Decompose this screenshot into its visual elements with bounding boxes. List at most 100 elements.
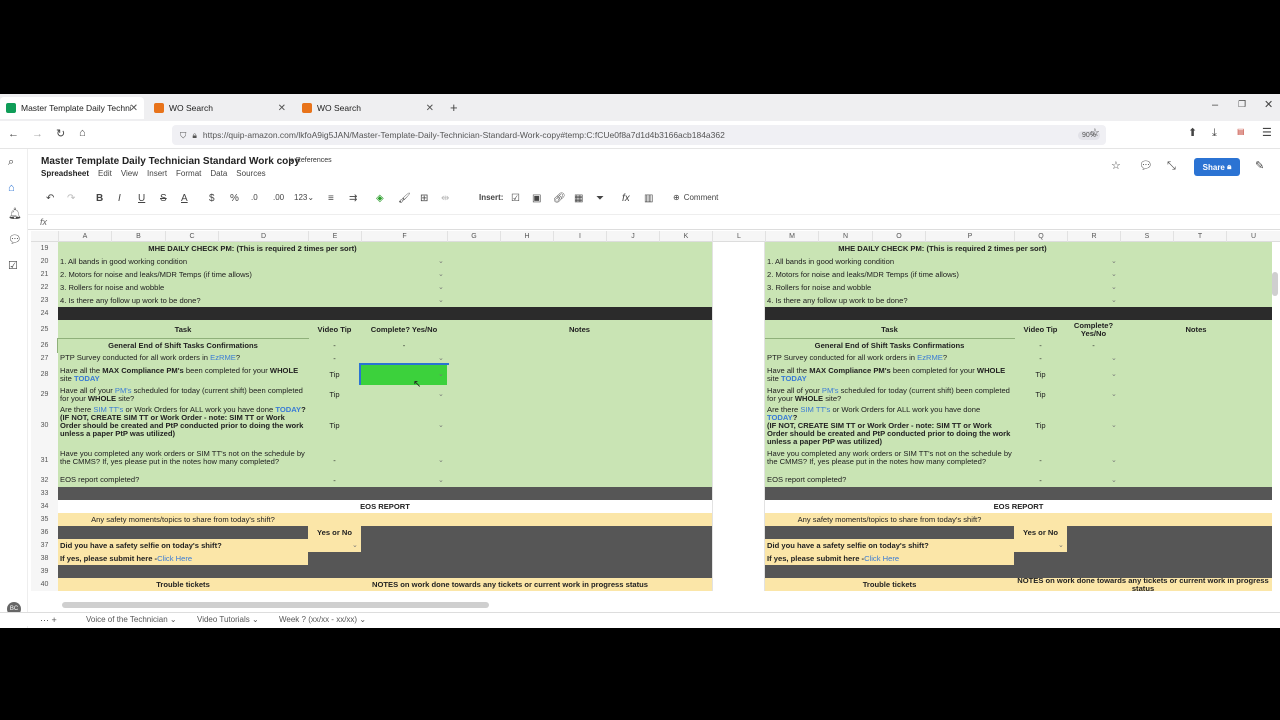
- notes-cell[interactable]: [1120, 474, 1272, 487]
- notes-cell[interactable]: [447, 352, 712, 365]
- notes-cell[interactable]: [447, 385, 712, 404]
- row-header-38[interactable]: 38: [31, 552, 58, 565]
- complete-dropdown[interactable]: [1014, 294, 1120, 307]
- dropdown-chevron-icon[interactable]: ⌄: [438, 370, 444, 378]
- row-header-28[interactable]: 28: [31, 365, 58, 385]
- row-header-25[interactable]: 25: [31, 320, 58, 339]
- row-header-36[interactable]: 36: [31, 526, 58, 539]
- dropdown-chevron-icon[interactable]: ⌄: [438, 296, 444, 304]
- complete-dropdown[interactable]: [1014, 268, 1120, 281]
- notes-cell[interactable]: [447, 294, 712, 307]
- dropdown-chevron-icon[interactable]: ⌄: [1111, 296, 1117, 304]
- dropdown-chevron-icon[interactable]: ⌄: [1111, 283, 1117, 291]
- dropdown-chevron-icon[interactable]: ⌄: [1111, 370, 1117, 378]
- row-header-21[interactable]: 21: [31, 268, 58, 281]
- dropdown-chevron-icon[interactable]: ⌄: [438, 456, 444, 464]
- notes-cell[interactable]: [447, 365, 712, 385]
- dropdown-chevron-icon[interactable]: ⌄: [438, 421, 444, 429]
- row-header-33[interactable]: 33: [31, 487, 58, 500]
- notes-cell[interactable]: [1120, 404, 1272, 448]
- row-header-20[interactable]: 20: [31, 255, 58, 268]
- dropdown-chevron-icon[interactable]: ⌄: [438, 270, 444, 278]
- dropdown-chevron-icon[interactable]: ⌄: [1111, 270, 1117, 278]
- more-sheets-icon[interactable]: ⋯ +: [40, 615, 57, 626]
- notes-cell[interactable]: [447, 268, 712, 281]
- complete-dropdown[interactable]: [308, 281, 447, 294]
- notes-cell[interactable]: [1120, 385, 1272, 404]
- complete-dropdown[interactable]: [308, 268, 447, 281]
- row-header-23[interactable]: 23: [31, 294, 58, 307]
- video-tip-cell[interactable]: -: [1014, 474, 1067, 487]
- dropdown-chevron-icon[interactable]: ⌄: [438, 354, 444, 362]
- notes-cell[interactable]: [1120, 365, 1272, 385]
- submit-link-cell[interactable]: If yes, please submit here - Click Here: [58, 552, 308, 565]
- sheet-tab-voice[interactable]: Voice of the Technician ⌄: [86, 615, 177, 624]
- dropdown-chevron-icon[interactable]: ⌄: [438, 257, 444, 265]
- row-header-40[interactable]: 40: [31, 578, 58, 591]
- notes-cell[interactable]: [1120, 281, 1272, 294]
- row-header-26[interactable]: 26: [31, 339, 58, 352]
- dropdown-chevron-icon[interactable]: ⌄: [438, 390, 444, 398]
- notes-cell[interactable]: [1120, 268, 1272, 281]
- dropdown-chevron-icon[interactable]: ⌄: [352, 541, 358, 549]
- video-tip-cell[interactable]: Tip: [308, 404, 361, 448]
- notes-cell[interactable]: [447, 474, 712, 487]
- video-tip-cell[interactable]: Tip: [308, 385, 361, 404]
- row-header-32[interactable]: 32: [31, 474, 58, 487]
- sheet-tab-week[interactable]: Week ? (xx/xx - xx/xx) ⌄: [279, 615, 366, 624]
- dropdown-chevron-icon[interactable]: ⌄: [1058, 541, 1064, 549]
- safety-answer[interactable]: [1014, 513, 1272, 526]
- video-tip-cell[interactable]: Tip: [1014, 385, 1067, 404]
- notes-cell[interactable]: [1120, 255, 1272, 268]
- notes-cell[interactable]: [1120, 339, 1272, 352]
- complete-dropdown[interactable]: [308, 294, 447, 307]
- complete-dropdown[interactable]: [361, 385, 447, 404]
- dropdown-chevron-icon[interactable]: ⌄: [438, 283, 444, 291]
- dropdown-chevron-icon[interactable]: ⌄: [1111, 456, 1117, 464]
- row-header-31[interactable]: 31: [31, 448, 58, 474]
- video-tip-cell[interactable]: Tip: [1014, 365, 1067, 385]
- notes-cell[interactable]: [447, 448, 712, 474]
- complete-dropdown[interactable]: [361, 448, 447, 474]
- complete-dropdown[interactable]: [1014, 255, 1120, 268]
- row-header-22[interactable]: 22: [31, 281, 58, 294]
- dropdown-chevron-icon[interactable]: ⌄: [438, 476, 444, 484]
- gap-column-l[interactable]: [712, 242, 765, 591]
- sheet-tab-tutorials[interactable]: Video Tutorials ⌄: [197, 615, 259, 624]
- notes-cell[interactable]: [1120, 294, 1272, 307]
- complete-dropdown[interactable]: [1014, 281, 1120, 294]
- scroll-thumb[interactable]: [62, 602, 489, 608]
- row-header-34[interactable]: 34: [31, 500, 58, 513]
- dropdown-chevron-icon[interactable]: ⌄: [1111, 476, 1117, 484]
- dropdown-chevron-icon[interactable]: ⌄: [1111, 354, 1117, 362]
- scroll-thumb[interactable]: [1272, 272, 1278, 296]
- complete-dropdown[interactable]: [361, 474, 447, 487]
- complete-dropdown[interactable]: [308, 255, 447, 268]
- video-tip-cell[interactable]: -: [308, 474, 361, 487]
- video-tip-cell[interactable]: Tip: [308, 365, 361, 385]
- complete-dropdown-selected[interactable]: [359, 363, 449, 387]
- notes-cell[interactable]: [1120, 448, 1272, 474]
- empty-cell[interactable]: [447, 242, 712, 255]
- submit-link-cell[interactable]: If yes, please submit here - Click Here: [765, 552, 1014, 565]
- vertical-scrollbar[interactable]: [1272, 248, 1278, 598]
- video-tip-cell[interactable]: -: [1014, 448, 1067, 474]
- complete-dropdown[interactable]: [361, 404, 447, 448]
- video-tip-cell[interactable]: -: [308, 448, 361, 474]
- row-header-39[interactable]: 39: [31, 565, 58, 578]
- notes-cell[interactable]: [447, 339, 712, 352]
- notes-cell[interactable]: [1120, 352, 1272, 365]
- safety-answer[interactable]: [308, 513, 712, 526]
- notes-cell[interactable]: [447, 255, 712, 268]
- dropdown-chevron-icon[interactable]: ⌄: [1111, 257, 1117, 265]
- notes-cell[interactable]: [447, 404, 712, 448]
- row-header-29[interactable]: 29: [31, 385, 58, 404]
- complete-dropdown[interactable]: [361, 352, 447, 365]
- dropdown-chevron-icon[interactable]: ⌄: [1111, 390, 1117, 398]
- row-header-35[interactable]: 35: [31, 513, 58, 526]
- row-header-37[interactable]: 37: [31, 539, 58, 552]
- dropdown-chevron-icon[interactable]: ⌄: [1111, 421, 1117, 429]
- row-header-27[interactable]: 27: [31, 352, 58, 365]
- video-tip-cell[interactable]: Tip: [1014, 404, 1067, 448]
- row-header-19[interactable]: 19: [31, 242, 58, 255]
